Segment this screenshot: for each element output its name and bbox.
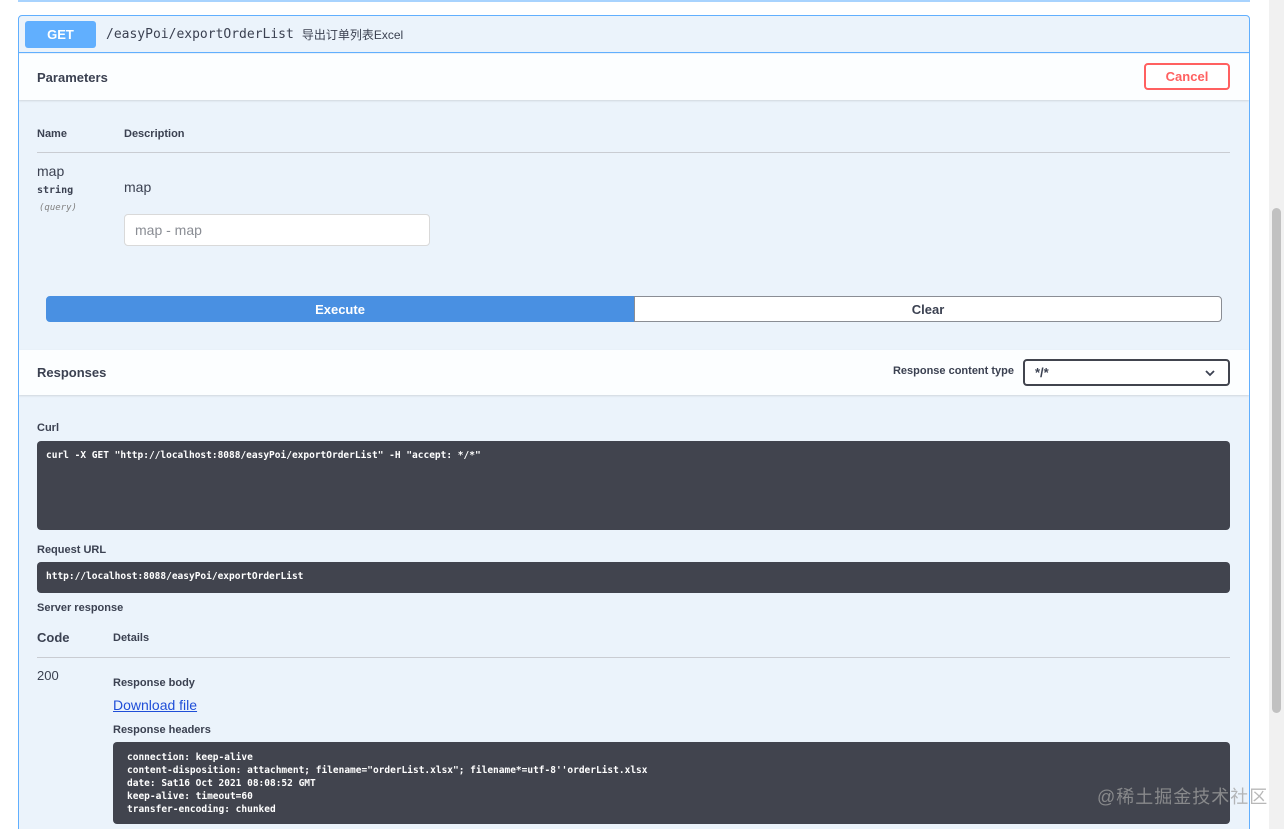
previous-opblock-border [18,0,1250,2]
chevron-down-icon [1205,370,1215,377]
response-header-line: content-disposition: attachment; filenam… [127,765,648,776]
scrollbar-thumb[interactable] [1272,208,1281,713]
response-col-details: Details [113,632,150,644]
endpoint-path: /easyPoi/exportOrderList [106,26,294,42]
page-scrollbar[interactable] [1269,0,1284,829]
parameters-title: Parameters [37,69,108,85]
request-url-label: Request URL [37,544,107,556]
response-headers-label: Response headers [113,724,211,736]
response-body-label: Response body [113,677,195,689]
param-type: string [37,185,74,196]
http-method-badge: GET [25,20,96,48]
server-response-label: Server response [37,602,124,614]
curl-command-box[interactable]: curl -X GET "http://localhost:8088/easyP… [37,441,1230,530]
param-col-name: Name [37,128,67,140]
cancel-button[interactable]: Cancel [1144,63,1230,90]
param-description: map [124,179,152,195]
responses-header: Responses Response content type */* [19,350,1249,395]
response-header-line: connection: keep-alive [127,752,253,763]
response-header-line: date: Sat16 Oct 2021 08:08:52 GMT [127,778,316,789]
param-table-divider [37,152,1230,153]
param-col-description: Description [124,128,185,140]
request-url-box[interactable]: http://localhost:8088/easyPoi/exportOrde… [37,562,1230,593]
download-file-link[interactable]: Download file [113,697,197,713]
param-location: (query) [39,203,77,213]
response-content-type-select[interactable]: */* [1023,359,1230,386]
opblock-summary[interactable]: GET /easyPoi/exportOrderList 导出订单列表Excel [19,16,1249,53]
content-type-value: */* [1035,365,1049,380]
opblock-get-export-order-list: GET /easyPoi/exportOrderList 导出订单列表Excel… [18,15,1250,829]
response-headers-box[interactable]: connection: keep-alive content-dispositio… [113,742,1230,824]
response-table-divider [37,657,1230,658]
content-type-label: Response content type [892,365,1014,377]
watermark: @稀土掘金技术社区 [1097,787,1269,807]
responses-title: Responses [37,365,107,380]
response-status-code: 200 [37,668,59,683]
curl-label: Curl [37,422,59,434]
response-col-code: Code [37,630,70,645]
execute-wrapper: Execute Clear [46,296,1222,322]
map-param-input[interactable] [124,214,430,246]
response-header-line: keep-alive: timeout=60 [127,791,253,802]
endpoint-summary: 导出订单列表Excel [301,27,404,42]
clear-button[interactable]: Clear [634,296,1222,322]
response-header-line: transfer-encoding: chunked [127,804,276,815]
param-name: map [37,163,65,179]
parameters-header: Parameters Cancel [19,54,1249,100]
execute-button[interactable]: Execute [46,296,634,322]
